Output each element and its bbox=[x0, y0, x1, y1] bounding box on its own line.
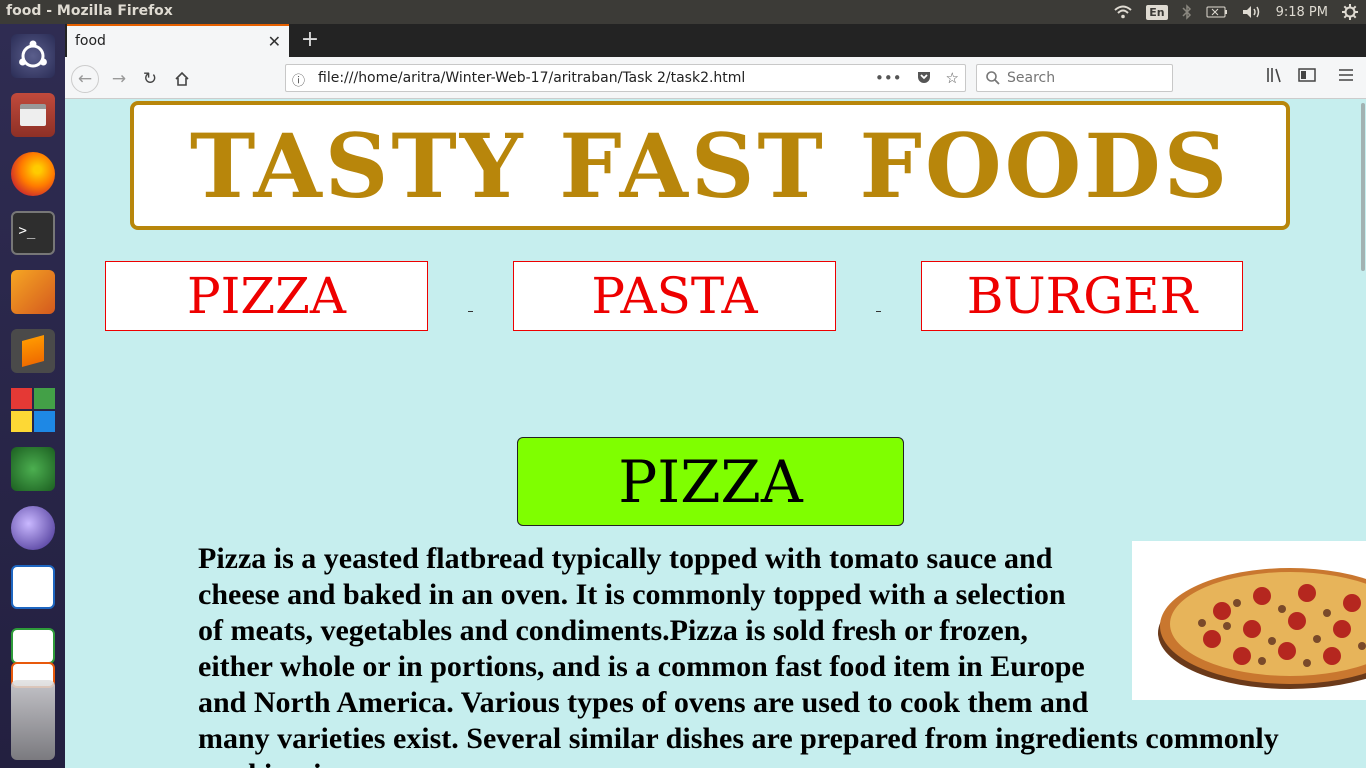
scrollbar-thumb[interactable] bbox=[1361, 103, 1365, 271]
ubuntu-dash-icon[interactable] bbox=[7, 30, 58, 81]
window-title: food - Mozilla Firefox bbox=[6, 3, 173, 19]
banner-title: TASTY FAST FOODS bbox=[189, 113, 1231, 218]
library-icon[interactable] bbox=[1266, 67, 1284, 87]
forward-arrow-icon[interactable]: → bbox=[105, 65, 133, 93]
new-tab-icon[interactable]: + bbox=[297, 28, 323, 54]
tab-title: food bbox=[75, 33, 106, 49]
banner: TASTY FAST FOODS bbox=[130, 101, 1290, 230]
android-studio-icon[interactable] bbox=[7, 443, 58, 494]
search-bar[interactable] bbox=[976, 64, 1173, 92]
url-bar[interactable]: ⓘ file:///home/aritra/Winter-Web-17/arit… bbox=[285, 64, 966, 92]
settings-gear-icon[interactable] bbox=[1342, 4, 1358, 20]
pycharm-icon[interactable] bbox=[7, 266, 58, 317]
software-center-icon[interactable] bbox=[7, 676, 58, 764]
system-tray: En 9:18 PM bbox=[1114, 0, 1358, 24]
pizza-description: Pizza is a yeasted flatbread typically t… bbox=[198, 541, 1366, 768]
bookmark-star-icon[interactable]: ☆ bbox=[946, 69, 959, 89]
page-actions-icon[interactable]: ••• bbox=[875, 69, 902, 89]
back-arrow-icon[interactable]: ← bbox=[71, 65, 99, 93]
pizza-image bbox=[1132, 541, 1366, 700]
url-text[interactable]: file:///home/aritra/Winter-Web-17/aritra… bbox=[318, 70, 745, 86]
firefox-icon[interactable] bbox=[7, 148, 58, 199]
site-info-icon[interactable]: ⓘ bbox=[292, 70, 305, 89]
home-icon[interactable] bbox=[168, 65, 196, 93]
sidebar-toggle-icon[interactable] bbox=[1298, 67, 1316, 87]
search-input[interactable] bbox=[1007, 70, 1167, 86]
system-top-bar: food - Mozilla Firefox En 9:18 PM bbox=[0, 0, 1366, 24]
section-heading: PIZZA bbox=[517, 437, 904, 526]
bluetooth-icon[interactable] bbox=[1182, 4, 1192, 20]
nav-link-burger[interactable]: BURGER bbox=[921, 261, 1243, 331]
page-scrollbar[interactable] bbox=[1358, 99, 1366, 768]
sublime-text-icon[interactable] bbox=[7, 325, 58, 376]
web-page: TASTY FAST FOODS PIZZA PASTA BURGER PIZZ… bbox=[65, 99, 1366, 768]
close-tab-icon[interactable]: ✕ bbox=[268, 32, 281, 51]
writer-icon[interactable] bbox=[7, 561, 58, 612]
launcher: >_ bbox=[0, 24, 65, 768]
tab-strip: food ✕ + bbox=[65, 24, 1366, 57]
hamburger-menu-icon[interactable] bbox=[1338, 67, 1354, 86]
wifi-icon[interactable] bbox=[1114, 5, 1132, 19]
volume-icon[interactable] bbox=[1242, 5, 1262, 19]
pocket-icon[interactable] bbox=[916, 69, 932, 89]
eclipse-icon[interactable] bbox=[7, 502, 58, 553]
nav-link-pasta[interactable]: PASTA bbox=[513, 261, 836, 331]
nav-separator bbox=[468, 311, 473, 312]
clock[interactable]: 9:18 PM bbox=[1276, 5, 1328, 20]
tab-food[interactable]: food ✕ bbox=[67, 24, 289, 57]
terminal-icon[interactable]: >_ bbox=[7, 207, 58, 258]
app-grid-icon[interactable] bbox=[7, 384, 58, 435]
search-icon bbox=[985, 70, 1001, 90]
nav-link-pizza[interactable]: PIZZA bbox=[105, 261, 428, 331]
nav-separator bbox=[876, 311, 881, 312]
navigation-toolbar: ← → ↻ ⓘ file:///home/aritra/Winter-Web-1… bbox=[65, 57, 1366, 99]
battery-icon[interactable] bbox=[1206, 6, 1228, 18]
files-icon[interactable] bbox=[7, 89, 58, 140]
pizza-description-text: Pizza is a yeasted flatbread typically t… bbox=[198, 542, 1279, 768]
reload-icon[interactable]: ↻ bbox=[136, 65, 164, 93]
keyboard-layout-indicator[interactable]: En bbox=[1146, 4, 1168, 20]
